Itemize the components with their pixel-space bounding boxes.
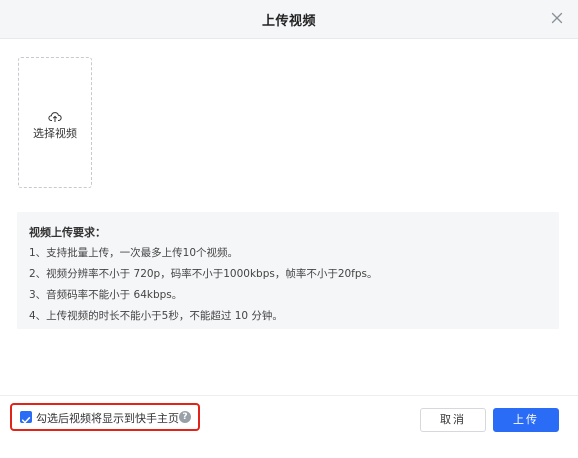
- question-circle-icon[interactable]: ?: [179, 411, 191, 423]
- upload-cloud-icon: [48, 109, 62, 123]
- upload-requirements-panel: 视频上传要求： 1、支持批量上传，一次最多上传10个视频。 2、视频分辨率不小于…: [17, 212, 559, 329]
- close-icon[interactable]: [548, 9, 566, 27]
- upload-button[interactable]: 上传: [493, 408, 559, 432]
- requirement-item: 2、视频分辨率不小于 720p，码率不小于1000kbps，帧率不小于20fps…: [29, 268, 378, 280]
- dialog-title: 上传视频: [261, 14, 316, 29]
- requirement-item: 3、音频码率不能小于 64kbps。: [29, 289, 183, 301]
- show-on-homepage-label[interactable]: 勾选后视频将显示到快手主页: [36, 410, 179, 426]
- select-video-label: 选择视频: [33, 127, 77, 140]
- requirement-item: 4、上传视频的时长不能小于5秒，不能超过 10 分钟。: [29, 310, 283, 322]
- show-on-homepage-option: 勾选后视频将显示到快手主页 ?: [10, 403, 200, 431]
- cancel-button[interactable]: 取消: [420, 408, 486, 432]
- requirement-item: 1、支持批量上传，一次最多上传10个视频。: [29, 247, 239, 259]
- dialog-header: 上传视频: [0, 0, 578, 39]
- requirements-title: 视频上传要求：: [29, 226, 106, 239]
- select-video-button[interactable]: 选择视频: [18, 57, 92, 188]
- show-on-homepage-checkbox[interactable]: [20, 411, 32, 424]
- upload-video-dialog: 上传视频 选择视频 视频上传要求： 1、支持批量上传，一次最多上传10个视频。 …: [0, 0, 578, 458]
